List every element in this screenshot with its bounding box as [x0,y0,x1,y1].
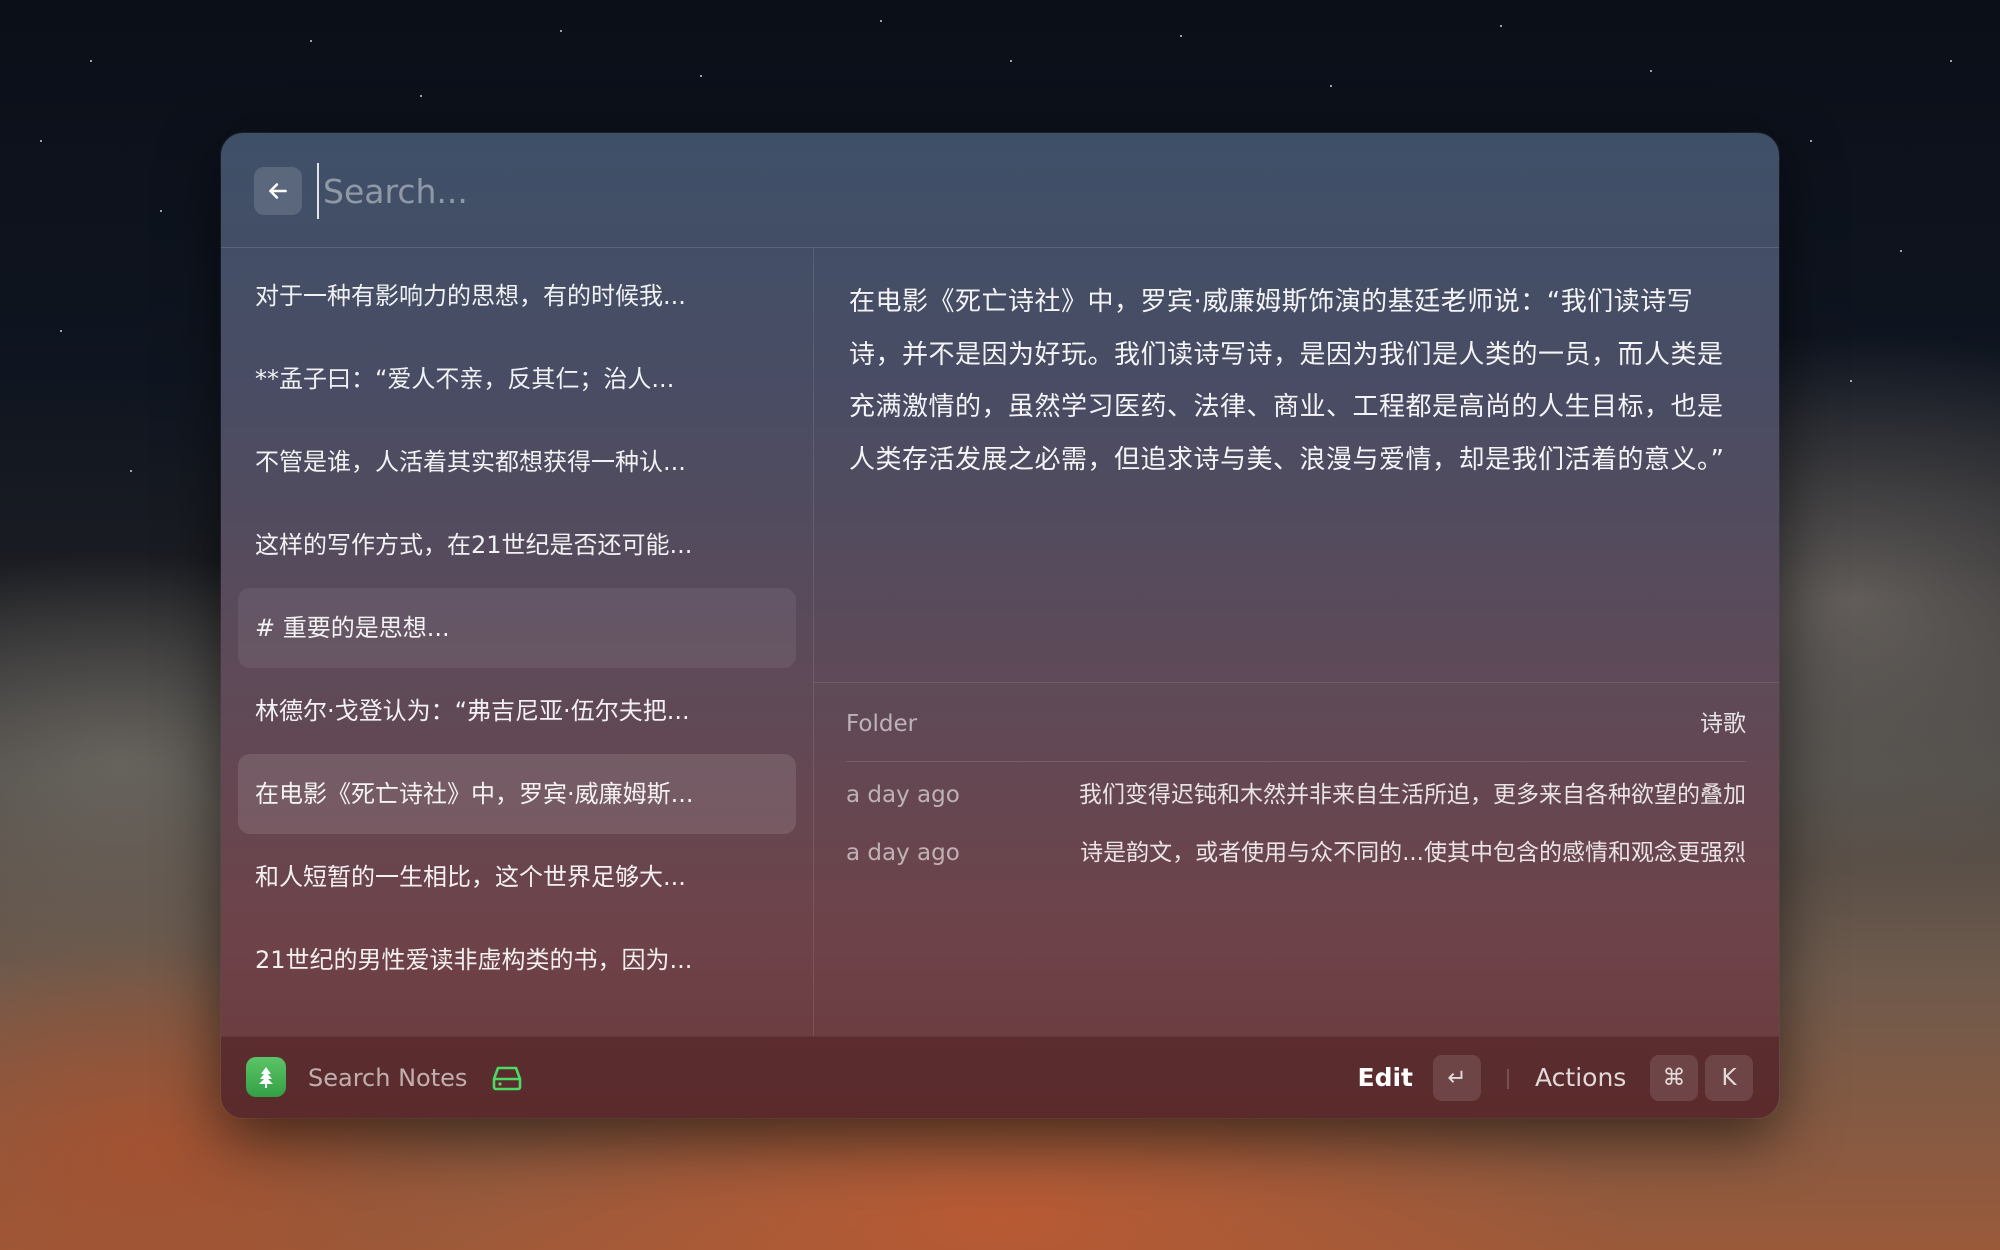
note-detail-pane: 在电影《死亡诗社》中，罗宾·威廉姆斯饰演的基廷老师说：“我们读诗写诗，并不是因为… [814,248,1779,1036]
note-list-item[interactable]: 和人短暂的一生相比，这个世界足够大... [238,837,796,917]
footer-bar: Search Notes Edit ↵ Actions ⌘ K [221,1036,1779,1118]
metadata-time: a day ago [846,840,960,866]
notes-list: 对于一种有影响力的思想，有的时候我... **孟子曰：“爱人不亲，反其仁；治人.… [221,248,814,1036]
metadata-text: 我们变得迟钝和木然并非来自生活所迫，更多来自各种欲望的叠加 [1079,782,1746,808]
metadata-text: 诗是韵文，或者使用与众不同的...使其中包含的感情和观念更强烈 [1080,840,1746,866]
hard-drive-icon [491,1062,523,1094]
note-list-item-selected[interactable]: 在电影《死亡诗社》中，罗宾·威廉姆斯... [238,754,796,834]
search-input[interactable] [317,163,1723,219]
metadata-folder-row: Folder 诗歌 [846,704,1746,744]
edit-action-button[interactable]: Edit [1358,1037,1414,1118]
back-button[interactable] [254,167,302,215]
metadata-divider [846,761,1746,762]
command-key-hint: ⌘ [1650,1055,1698,1101]
footer-command-title: Search Notes [308,1064,468,1092]
note-list-item[interactable]: 21世纪的男性爱读非虚构类的书，因为... [238,920,796,1000]
metadata-folder-label: Folder [846,711,918,737]
launcher-window: 对于一种有影响力的思想，有的时候我... **孟子曰：“爱人不亲，反其仁；治人.… [221,133,1779,1118]
metadata-folder-value: 诗歌 [1700,711,1746,737]
note-content: 在电影《死亡诗社》中，罗宾·威廉姆斯饰演的基廷老师说：“我们读诗写诗，并不是因为… [849,287,1725,475]
note-list-item[interactable]: 对于一种有影响力的思想，有的时候我... [238,256,796,336]
footer-divider [1507,1069,1509,1089]
note-list-item[interactable]: 林德尔·戈登认为：“弗吉尼亚·伍尔夫把... [238,671,796,751]
enter-key-hint: ↵ [1433,1055,1481,1101]
k-key-hint: K [1705,1055,1753,1101]
metadata-time: a day ago [846,782,960,808]
metadata-row: a day ago 我们变得迟钝和木然并非来自生活所迫，更多来自各种欲望的叠加 [846,775,1746,815]
actions-button[interactable]: Actions [1535,1037,1626,1118]
metadata-row: a day ago 诗是韵文，或者使用与众不同的...使其中包含的感情和观念更强… [846,833,1746,873]
note-list-item[interactable]: **孟子曰：“爱人不亲，反其仁；治人... [238,339,796,419]
search-bar [221,133,1779,248]
note-list-item[interactable]: 不管是谁，人活着其实都想获得一种认... [238,422,796,502]
arrow-left-icon [265,178,291,204]
tree-icon [246,1057,286,1097]
note-list-item[interactable]: 这样的写作方式，在21世纪是否还可能... [238,505,796,585]
detail-divider [814,682,1779,683]
note-list-item[interactable]: # 重要的是思想... [238,588,796,668]
